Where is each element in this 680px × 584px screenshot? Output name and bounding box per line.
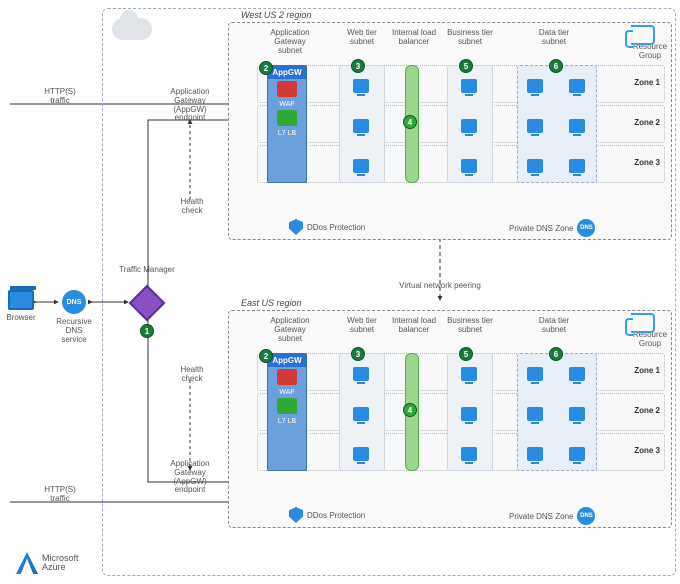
vm-icon: [353, 407, 369, 421]
l7lb-icon: [277, 398, 297, 414]
browser-label: Browser: [2, 314, 40, 323]
vm-icon: [569, 159, 585, 173]
vm-icon: [353, 119, 369, 133]
vm-icon: [461, 447, 477, 461]
marker-2: 2: [259, 61, 273, 75]
https-label-bottom: HTTP(S) traffic: [40, 486, 80, 504]
vm-icon: [353, 367, 369, 381]
waf-label: WAF: [268, 387, 306, 396]
appgw-endpoint-bottom: Application Gateway (AppGW) endpoint: [162, 460, 218, 495]
private-dns-badge: Private DNS ZoneDNS: [509, 507, 595, 525]
vm-icon: [569, 407, 585, 421]
col-ilb: Internal load balancer: [389, 317, 439, 335]
shield-icon: [289, 219, 303, 235]
resource-group-icon: [631, 313, 655, 333]
appgw-subnet: AppGW WAF L7 LB: [267, 65, 307, 183]
vm-icon: [461, 407, 477, 421]
logo-product: Azure: [42, 562, 66, 572]
vnet-peering-label: Virtual network peering: [380, 282, 500, 291]
appgw-title: AppGW: [268, 66, 306, 79]
marker-6: 6: [549, 347, 563, 361]
marker-4: 4: [403, 115, 417, 129]
cloud-icon: [112, 18, 152, 40]
col-ilb: Internal load balancer: [389, 29, 439, 47]
vm-icon: [461, 159, 477, 173]
vm-icon: [461, 119, 477, 133]
waf-icon: [277, 81, 297, 97]
marker-1: 1: [140, 324, 154, 338]
dns-icon: DNS: [62, 290, 86, 314]
vm-icon: [353, 447, 369, 461]
dns-icon: DNS: [577, 507, 595, 525]
vm-icon: [527, 447, 543, 461]
col-data: Data tier subnet: [529, 29, 579, 47]
resource-group-icon: [631, 25, 655, 45]
marker-5: 5: [459, 59, 473, 73]
region-title: East US region: [239, 298, 304, 308]
appgw-subnet: AppGW WAF L7 LB: [267, 353, 307, 471]
private-dns-badge: Private DNS ZoneDNS: [509, 219, 595, 237]
col-web: Web tier subnet: [337, 317, 387, 335]
waf-label: WAF: [268, 99, 306, 108]
l7lb-icon: [277, 110, 297, 126]
marker-3: 3: [351, 347, 365, 361]
vm-icon: [527, 407, 543, 421]
health-check-top: Health check: [172, 198, 212, 216]
shield-icon: [289, 507, 303, 523]
col-biz: Business tier subnet: [445, 29, 495, 47]
ddos-badge: DDos Protection: [289, 507, 365, 523]
waf-icon: [277, 369, 297, 385]
vm-icon: [527, 159, 543, 173]
col-data: Data tier subnet: [529, 317, 579, 335]
marker-4: 4: [403, 403, 417, 417]
https-label-top: HTTP(S) traffic: [40, 88, 80, 106]
vm-icon: [527, 119, 543, 133]
health-check-bottom: Health check: [172, 366, 212, 384]
vm-icon: [569, 447, 585, 461]
marker-3: 3: [351, 59, 365, 73]
dns-label: Recursive DNS service: [52, 318, 96, 344]
marker-2: 2: [259, 349, 273, 363]
vm-icon: [527, 79, 543, 93]
traffic-manager-icon: [129, 285, 166, 322]
vm-icon: [569, 79, 585, 93]
col-web: Web tier subnet: [337, 29, 387, 47]
col-biz: Business tier subnet: [445, 317, 495, 335]
marker-5: 5: [459, 347, 473, 361]
vm-icon: [569, 367, 585, 381]
vm-icon: [353, 79, 369, 93]
region-title: West US 2 region: [239, 10, 313, 20]
ddos-badge: DDos Protection: [289, 219, 365, 235]
vm-icon: [461, 79, 477, 93]
region-west: West US 2 region Application Gateway sub…: [228, 22, 672, 240]
browser-icon: [8, 290, 34, 310]
appgw-title: AppGW: [268, 354, 306, 367]
col-appgw: Application Gateway subnet: [265, 29, 315, 55]
azure-logo-icon: [16, 552, 38, 574]
appgw-endpoint-top: Application Gateway (AppGW) endpoint: [162, 88, 218, 123]
diagram-canvas: { "regions": [ { "name": "West US 2 regi…: [0, 0, 680, 584]
traffic-manager-label: Traffic Manager: [112, 266, 182, 275]
azure-logo: MicrosoftAzure: [16, 552, 79, 574]
region-east: East US region Application Gateway subne…: [228, 310, 672, 528]
marker-6: 6: [549, 59, 563, 73]
dns-icon: DNS: [577, 219, 595, 237]
vm-icon: [353, 159, 369, 173]
col-appgw: Application Gateway subnet: [265, 317, 315, 343]
l7lb-label: L7 LB: [268, 416, 306, 425]
l7lb-label: L7 LB: [268, 128, 306, 137]
vm-icon: [569, 119, 585, 133]
vm-icon: [461, 367, 477, 381]
vm-icon: [527, 367, 543, 381]
